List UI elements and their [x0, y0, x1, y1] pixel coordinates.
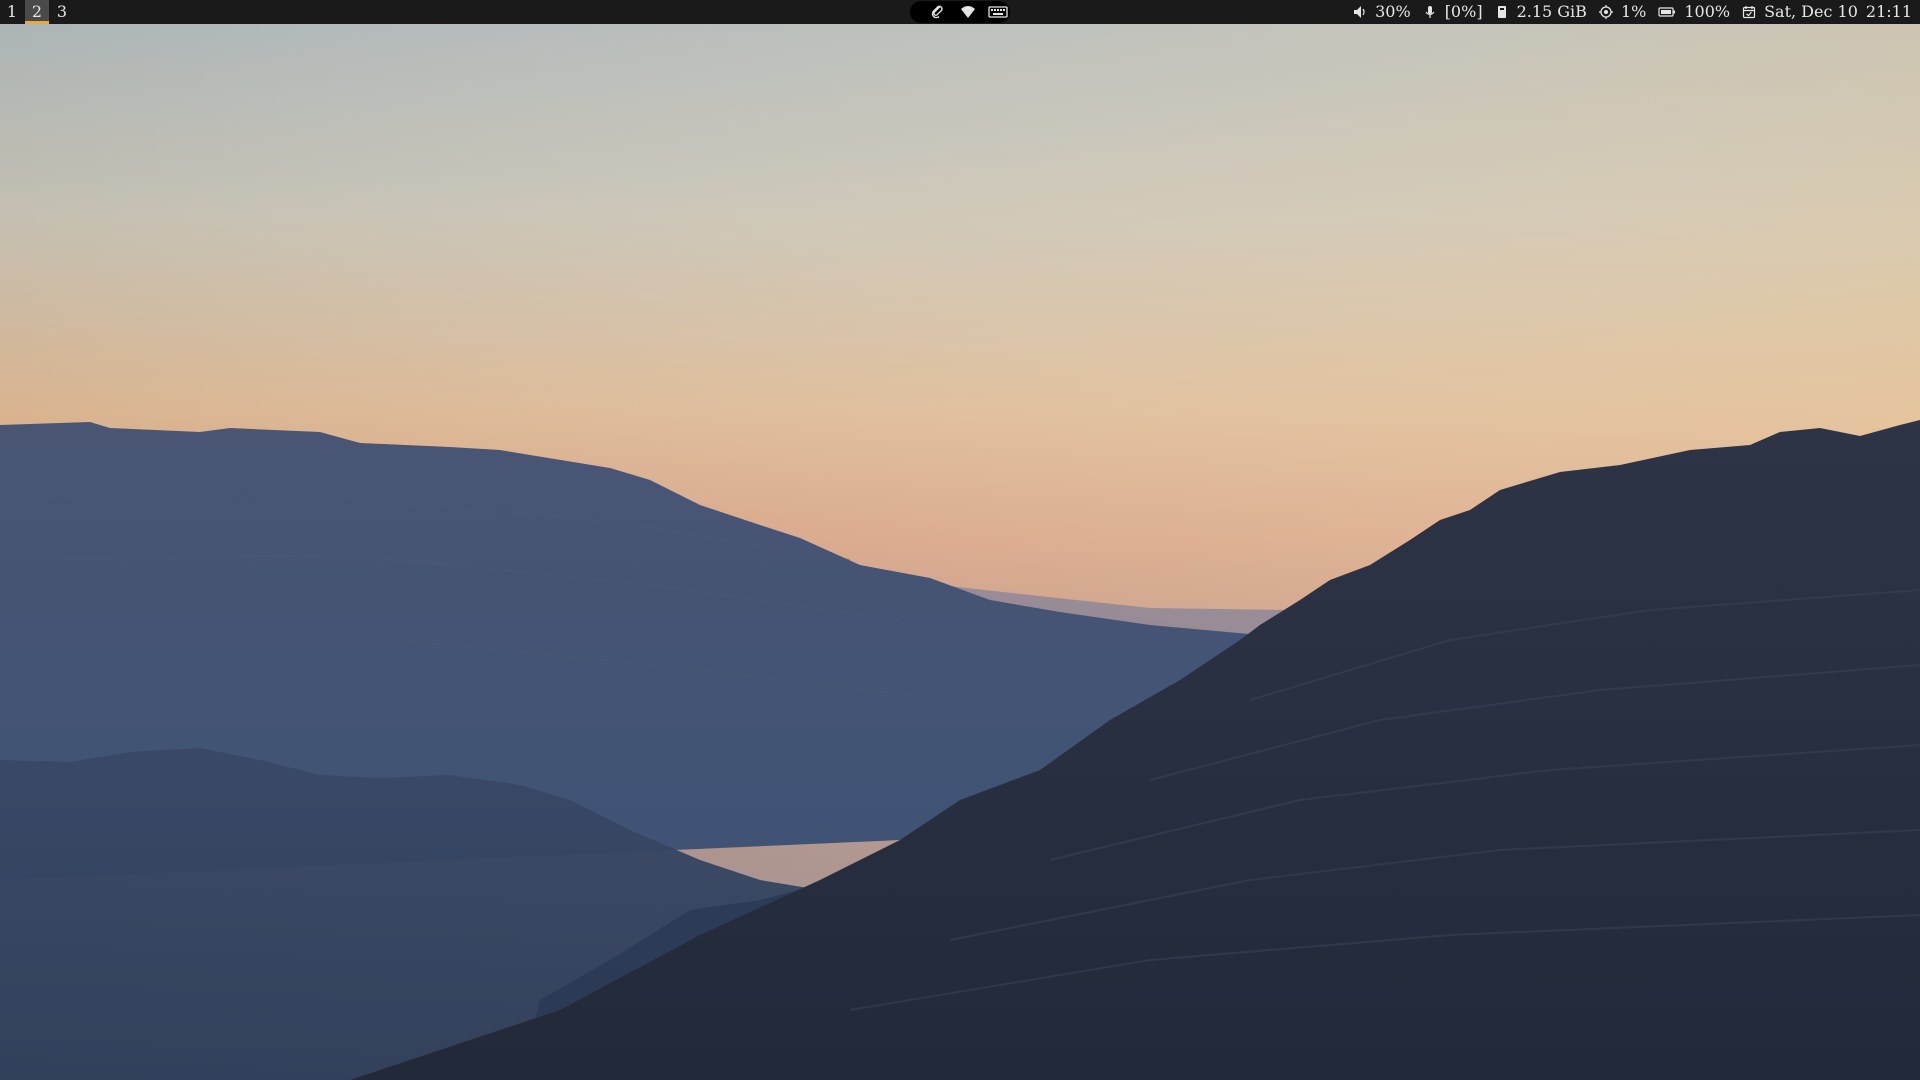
status-area: 30% [0%] 2.15 GiB 1% 100% Sat, Dec 10 21… — [1353, 0, 1912, 24]
volume-level[interactable]: 30% — [1375, 0, 1411, 24]
desktop-wallpaper — [0, 0, 1920, 1080]
battery-level: 100% — [1684, 2, 1731, 21]
cpu-usage: 1% — [1620, 2, 1647, 21]
workspace-1-button[interactable]: 1 — [2, 0, 22, 24]
system-tray — [910, 1, 1010, 23]
cpu-icon — [1598, 5, 1613, 19]
paperclip-icon[interactable] — [930, 4, 946, 20]
top-panel: 1 2 3 30% [0%] 2.15 GiB 1% 100% Sat, Dec… — [0, 0, 1920, 24]
memory-usage: 2.15 GiB — [1516, 2, 1587, 21]
microphone-icon[interactable] — [1423, 5, 1437, 19]
wifi-icon[interactable] — [960, 4, 976, 20]
microphone-level[interactable]: [0%] — [1445, 0, 1483, 24]
battery-icon — [1658, 7, 1676, 17]
workspace-2-button[interactable]: 2 — [25, 0, 49, 24]
date-display[interactable]: Sat, Dec 10 — [1764, 0, 1858, 24]
clock[interactable]: 21:11 — [1866, 0, 1912, 24]
workspace-3-button[interactable]: 3 — [52, 0, 72, 24]
keyboard-icon[interactable] — [988, 4, 1008, 20]
volume-icon[interactable] — [1353, 5, 1367, 19]
memory-icon — [1497, 6, 1506, 18]
calendar-icon — [1742, 6, 1756, 19]
